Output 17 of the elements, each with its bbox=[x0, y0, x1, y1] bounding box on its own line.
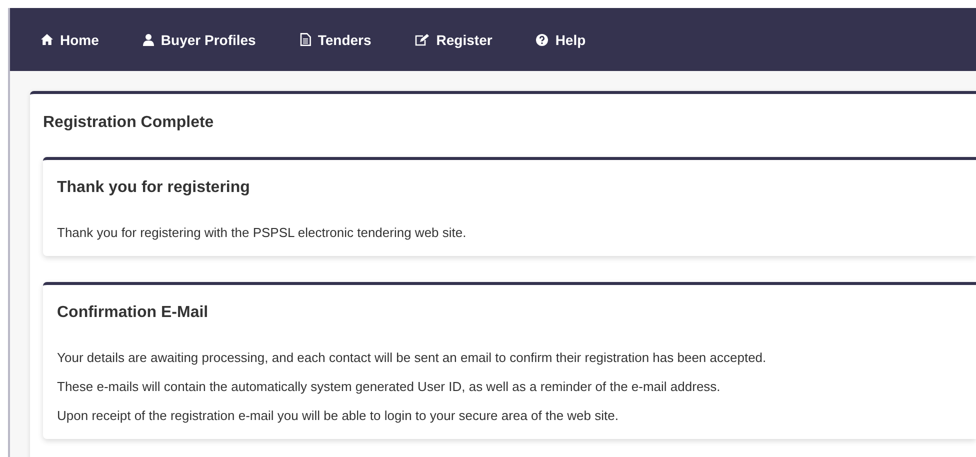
nav-link[interactable]: Buyer Profiles bbox=[142, 32, 256, 48]
nav-link[interactable]: Register bbox=[415, 32, 492, 48]
document-icon bbox=[300, 33, 311, 46]
panel-title: Registration Complete bbox=[43, 114, 215, 132]
edit-icon bbox=[415, 34, 430, 46]
card-text: Your details are awaiting processing, and each contact will be sent an email to confirm their registration has been accepted. bbox=[57, 350, 768, 365]
nav-link[interactable]: Help bbox=[536, 32, 586, 48]
nav-link[interactable]: Home bbox=[41, 32, 99, 48]
help-icon bbox=[536, 34, 548, 46]
card-text: Upon receipt of the registration e-mail you will be able to login to your secure area of the web site. bbox=[57, 408, 620, 423]
card-text: Thank you for registering with the PSPSL electronic tendering web site. bbox=[57, 225, 468, 240]
user-icon bbox=[142, 34, 154, 46]
home-icon bbox=[41, 34, 53, 45]
card-title: Thank you for registering bbox=[57, 179, 251, 197]
nav-link[interactable]: Tenders bbox=[300, 32, 372, 48]
card-text: These e-mails will contain the automatically system generated User ID, as well as a reminder of the e-mail address. bbox=[57, 379, 722, 394]
card-title: Confirmation E-Mail bbox=[57, 304, 210, 322]
